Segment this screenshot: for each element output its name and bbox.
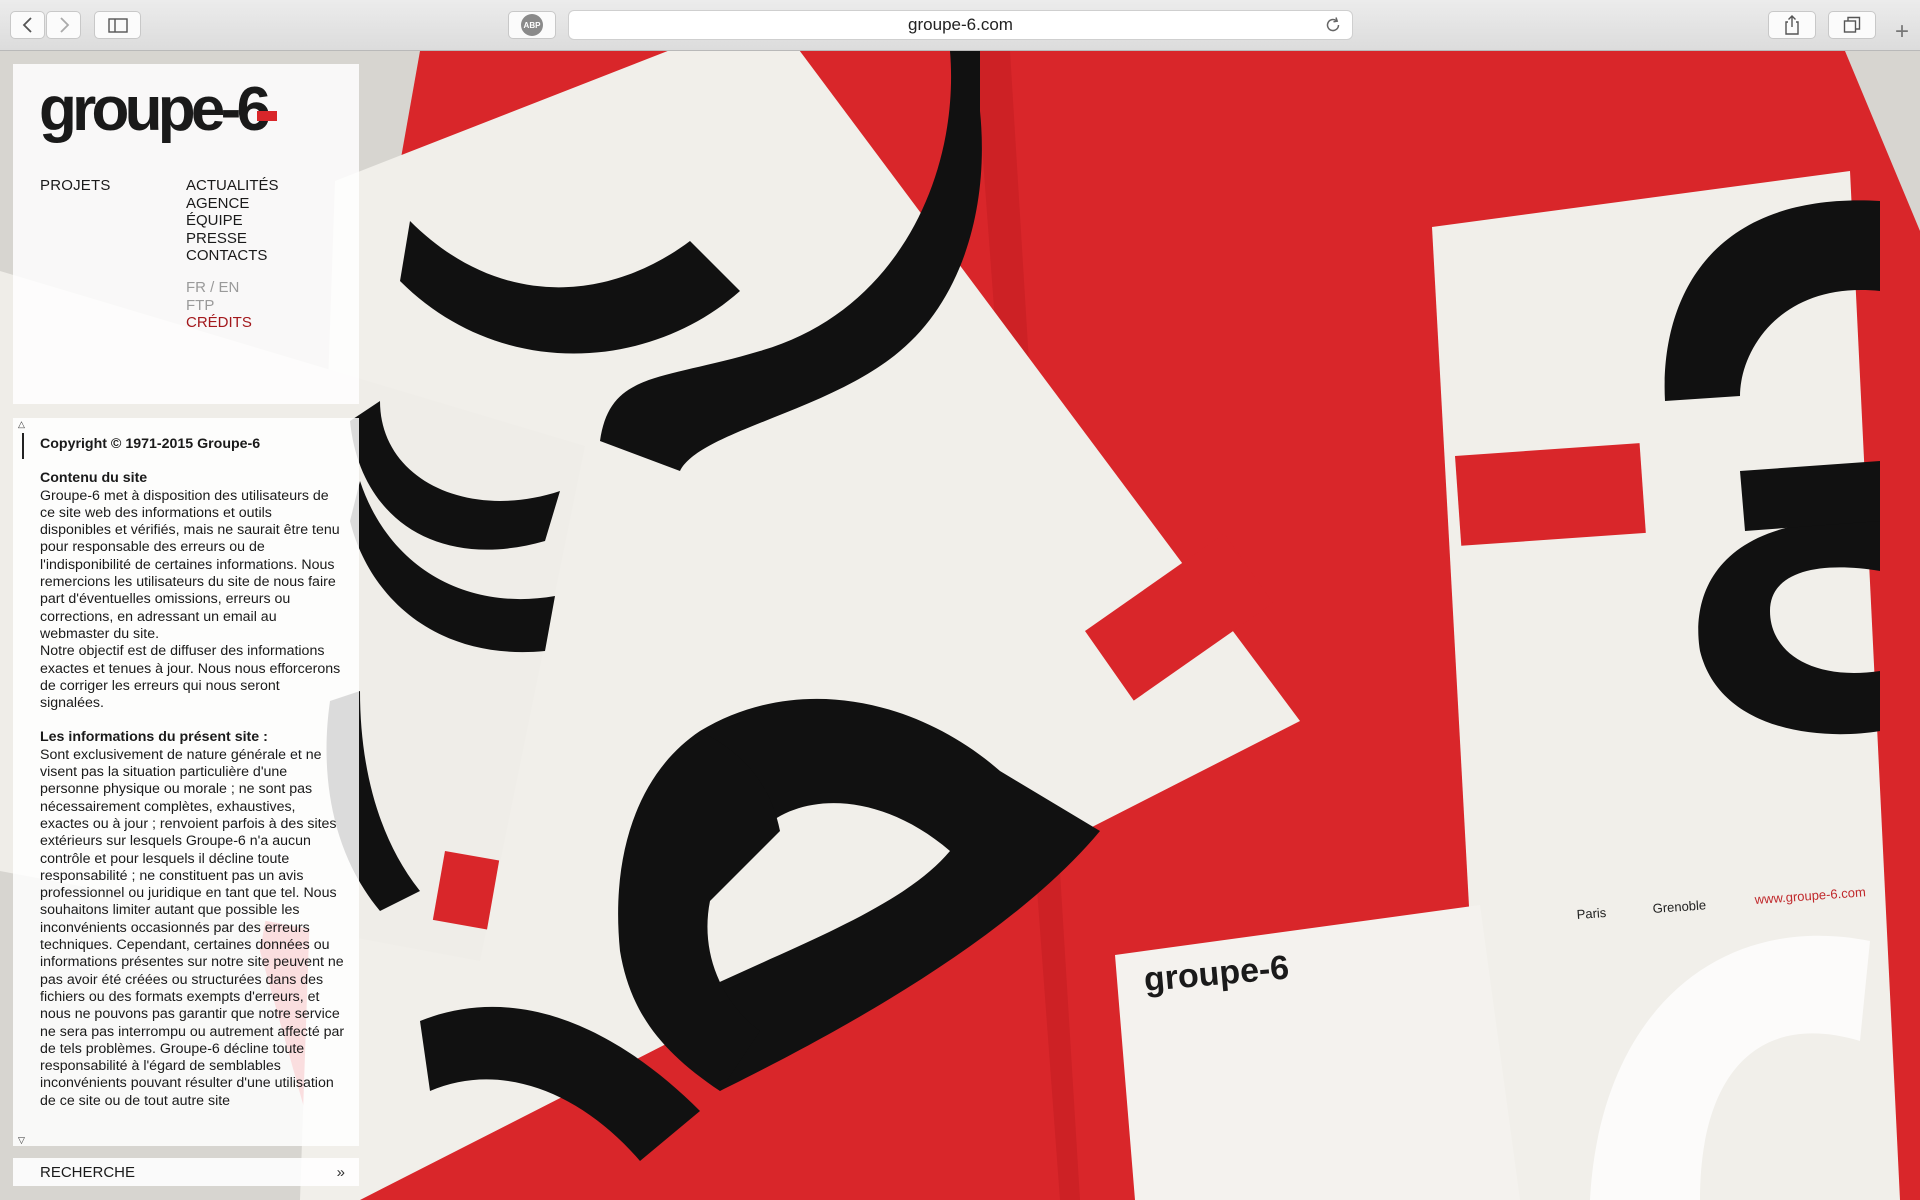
double-chevron-right-icon[interactable]: » <box>337 1164 345 1181</box>
section-title-contenu: Contenu du site <box>40 470 148 487</box>
language-switch[interactable]: FR / EN <box>186 279 252 297</box>
scroll-down-icon[interactable]: ▽ <box>18 1135 25 1146</box>
browser-toolbar: ABP groupe-6.com + <box>0 0 1920 51</box>
secondary-nav: FR / EN FTP CRÉDITS <box>186 279 252 332</box>
credits-content-panel[interactable]: △ Copyright © 1971-2015 Groupe-6 Contenu… <box>13 418 359 1146</box>
site-nav-panel: groupe-6 PROJETS ACTUALITÉS AGENCE ÉQUIP… <box>13 64 359 404</box>
paragraph-informations: Sont exclusivement de nature générale et… <box>40 746 345 1109</box>
sidebar-icon <box>107 17 128 33</box>
search-label[interactable]: RECHERCHE <box>40 1164 135 1181</box>
copyright-line: Copyright © 1971-2015 Groupe-6 <box>40 436 261 452</box>
nav-agence[interactable]: AGENCE <box>186 195 279 213</box>
scroll-up-icon[interactable]: △ <box>18 419 25 430</box>
paragraph-objectif: Notre objectif est de diffuser des infor… <box>40 643 341 712</box>
back-button[interactable] <box>10 11 45 39</box>
nav-projets[interactable]: PROJETS <box>40 177 111 194</box>
chevron-left-icon <box>22 17 32 33</box>
nav-actualites[interactable]: ACTUALITÉS <box>186 177 279 195</box>
forward-button[interactable] <box>46 11 81 39</box>
tabs-icon <box>1843 16 1861 33</box>
section-title-informations: Les informations du présent site : <box>40 729 268 746</box>
nav-presse[interactable]: PRESSE <box>186 230 279 248</box>
scrollbar-thumb[interactable] <box>22 433 24 459</box>
share-icon <box>1785 15 1799 35</box>
sidebar-toggle-button[interactable] <box>94 11 141 39</box>
new-tab-button[interactable]: + <box>1884 14 1920 50</box>
adblock-button[interactable]: ABP <box>508 11 556 39</box>
nav-contacts[interactable]: CONTACTS <box>186 247 279 265</box>
card-city-paris: Paris <box>1576 905 1607 922</box>
nav-equipe[interactable]: ÉQUIPE <box>186 212 279 230</box>
show-tabs-button[interactable] <box>1828 11 1876 39</box>
logo-text: groupe-6 <box>39 84 270 144</box>
nav-ftp[interactable]: FTP <box>186 297 252 315</box>
url-text: groupe-6.com <box>908 15 1013 34</box>
nav-credits[interactable]: CRÉDITS <box>186 314 252 332</box>
address-bar[interactable]: groupe-6.com <box>568 10 1353 40</box>
main-nav: ACTUALITÉS AGENCE ÉQUIPE PRESSE CONTACTS <box>186 177 279 265</box>
reload-icon[interactable] <box>1324 16 1342 34</box>
share-button[interactable] <box>1768 11 1816 39</box>
paragraph-contenu: Groupe-6 met à disposition des utilisate… <box>40 487 340 642</box>
adblock-icon: ABP <box>521 14 543 36</box>
site-logo[interactable]: groupe-6 <box>39 75 329 159</box>
search-bar[interactable]: RECHERCHE » <box>13 1158 359 1186</box>
chevron-right-icon <box>59 17 69 33</box>
credits-text: Copyright © 1971-2015 Groupe-6 Contenu d… <box>40 436 345 1110</box>
groupe6-logo-icon: groupe-6 <box>39 75 277 144</box>
